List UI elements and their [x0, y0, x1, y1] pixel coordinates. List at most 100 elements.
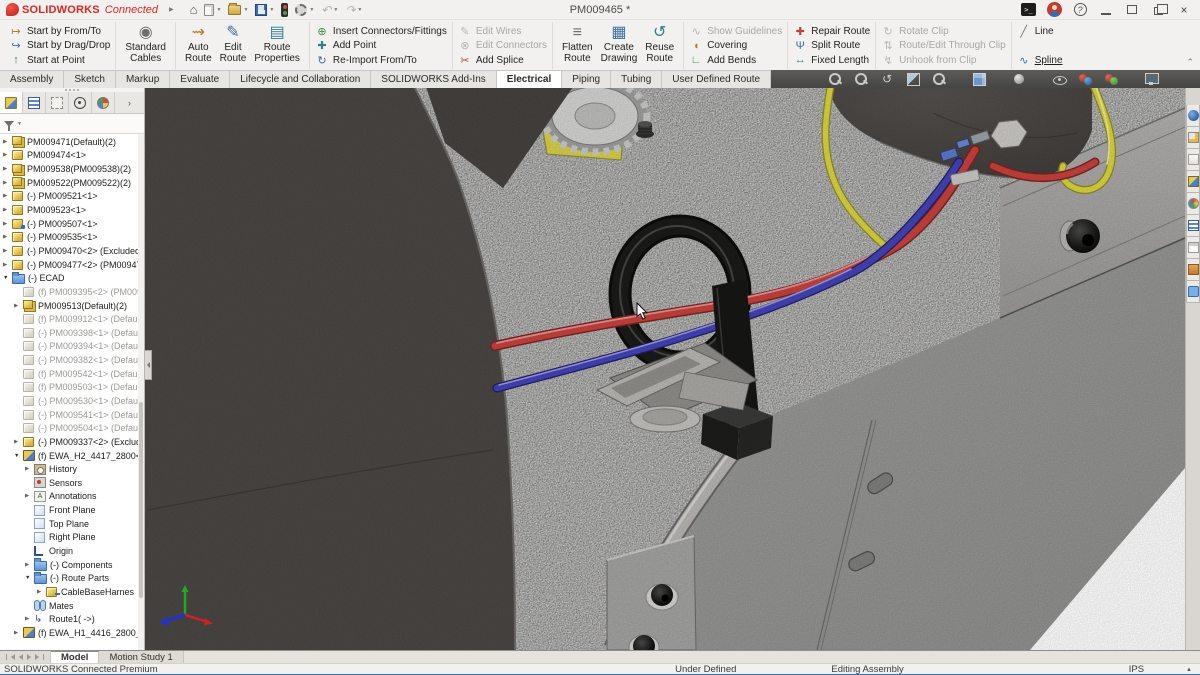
spline-button[interactable]: ∿Spline: [1017, 53, 1063, 67]
command-tab[interactable]: User Defined Route: [662, 70, 771, 88]
covering-button[interactable]: ◖Covering: [689, 39, 782, 53]
tree-item[interactable]: (-) Route Parts: [0, 572, 144, 586]
expand-arrow-icon[interactable]: [3, 275, 12, 281]
tree-item[interactable]: (f) PM009542<1> (Default): [0, 367, 144, 381]
command-tab[interactable]: SOLIDWORKS Add-Ins: [371, 70, 496, 88]
show-guidelines-button[interactable]: ∿Show Guidelines: [689, 24, 782, 38]
tree-item[interactable]: Annotations: [0, 490, 144, 504]
tree-item[interactable]: PM009522(PM009522)(2): [0, 176, 144, 190]
tree-item[interactable]: Front Plane: [0, 503, 144, 517]
route-properties-button[interactable]: ▤RouteProperties: [250, 22, 304, 69]
dropdown-caret-icon[interactable]: ▼: [243, 7, 248, 13]
save-button[interactable]: ▼: [255, 2, 274, 18]
expand-arrow-icon[interactable]: [14, 453, 23, 459]
expand-arrow-icon[interactable]: [25, 575, 34, 581]
tree-item[interactable]: (-) PM009477<2> (PM009477): [0, 258, 144, 272]
open-button[interactable]: ▼: [228, 2, 248, 18]
start-at-point-button[interactable]: ↑Start at Point: [9, 53, 110, 67]
tree-item[interactable]: (f) EWA_H2_4417_2800<2>: [0, 449, 144, 463]
tree-item[interactable]: PM009523<1>: [0, 203, 144, 217]
home-button[interactable]: [190, 2, 198, 18]
magnified-selection-icon[interactable]: [931, 72, 948, 86]
add-bends-button[interactable]: ∟Add Bends: [689, 53, 782, 67]
tree-item[interactable]: (-) PM009470<2> (Excluded fr: [0, 244, 144, 258]
task-pane-tab[interactable]: [1186, 281, 1200, 303]
expand-arrow-icon[interactable]: [3, 221, 12, 227]
expand-arrow-icon[interactable]: [3, 248, 12, 254]
dropdown-caret-icon[interactable]: ▼: [269, 7, 274, 13]
expand-arrow-icon[interactable]: [14, 630, 23, 636]
task-pane-tab[interactable]: [1186, 193, 1200, 215]
first-tab-icon[interactable]: [11, 654, 15, 660]
tree-item[interactable]: (f) PM009912<1> (Default): [0, 312, 144, 326]
manager-tab[interactable]: [23, 92, 46, 113]
help-button[interactable]: ?: [1072, 3, 1088, 17]
tree-item[interactable]: (-) PM009530<1> (Default): [0, 394, 144, 408]
tree-item[interactable]: PM009474<1>: [0, 149, 144, 163]
tree-item[interactable]: Route1( ->): [0, 612, 144, 626]
edit-wires-button[interactable]: ✎Edit Wires: [458, 24, 547, 38]
line-button[interactable]: ╱Line: [1017, 24, 1063, 38]
view-orientation-icon[interactable]: [971, 72, 988, 86]
expand-arrow-icon[interactable]: [3, 139, 12, 145]
zoom-to-area-icon[interactable]: [853, 72, 870, 86]
section-view-icon[interactable]: [905, 72, 922, 86]
collapse-ribbon-icon[interactable]: ⌃: [1186, 57, 1194, 68]
tree-item[interactable]: History: [0, 462, 144, 476]
expand-arrow-icon[interactable]: [3, 152, 12, 158]
task-pane-tab[interactable]: [1186, 105, 1200, 127]
command-tab[interactable]: Sketch: [64, 70, 116, 88]
task-pane-tab[interactable]: [1186, 259, 1200, 281]
expand-arrow-icon[interactable]: [3, 193, 12, 199]
apply-scene-icon[interactable]: [1103, 72, 1120, 86]
task-pane-tab[interactable]: [1186, 215, 1200, 237]
tree-item[interactable]: (-) PM009394<1> (Default): [0, 340, 144, 354]
command-tab[interactable]: Assembly: [0, 70, 64, 88]
close-button[interactable]: ×: [1176, 3, 1192, 17]
expand-arrow-icon[interactable]: [3, 166, 12, 172]
display-style-icon[interactable]: [1011, 72, 1028, 86]
new-document-button[interactable]: ▼: [204, 2, 221, 18]
tree-item[interactable]: PM009513(Default)(2): [0, 299, 144, 313]
add-splice-button[interactable]: ✂Add Splice: [458, 53, 547, 67]
undo-button[interactable]: ▼: [321, 2, 338, 18]
tree-item[interactable]: PM009538(PM009538)(2): [0, 162, 144, 176]
reimport-fromto-button[interactable]: ↻Re-Import From/To: [315, 53, 447, 67]
tree-item[interactable]: (f) EWA_H1_4416_2800_1<: [0, 626, 144, 640]
tree-item[interactable]: (f) PM009395<2> (PM0093: [0, 285, 144, 299]
tree-scrollbar-thumb[interactable]: [139, 402, 143, 598]
expand-arrow-icon[interactable]: [25, 493, 34, 499]
command-console-button[interactable]: >_: [1021, 3, 1036, 16]
options-button[interactable]: ▼: [295, 2, 314, 18]
tree-item[interactable]: (-) PM009398<1> (Default): [0, 326, 144, 340]
prev-tab-icon[interactable]: [19, 654, 23, 660]
tree-item[interactable]: (f) PM009503<1> (Default): [0, 381, 144, 395]
tree-item[interactable]: (-) PM009521<1>: [0, 190, 144, 204]
task-pane-tab[interactable]: [1186, 149, 1200, 171]
edit-connectors-button[interactable]: ⊗Edit Connectors: [458, 39, 547, 53]
flatten-route-button[interactable]: ≡FlattenRoute: [558, 22, 597, 69]
tree-item[interactable]: (-) PM009504<1> (Default: [0, 421, 144, 435]
tree-item[interactable]: (-) PM009535<1>: [0, 230, 144, 244]
tree-item[interactable]: (-) PM009541<1> (Default: [0, 408, 144, 422]
expand-arrow-icon[interactable]: [37, 589, 46, 595]
manager-tabs-expand-icon[interactable]: ›: [115, 92, 144, 113]
view-settings-icon[interactable]: [1143, 72, 1160, 86]
fixed-length-button[interactable]: ↔Fixed Length: [793, 53, 870, 67]
lifecycle-status-button[interactable]: [281, 2, 288, 18]
insert-connectors-button[interactable]: ⊕Insert Connectors/Fittings: [315, 24, 447, 38]
filter-funnel-icon[interactable]: [4, 121, 14, 127]
command-tab[interactable]: Lifecycle and Collaboration: [230, 70, 371, 88]
expand-arrow-icon[interactable]: [25, 616, 34, 622]
command-tab[interactable]: Markup: [116, 70, 170, 88]
tree-item[interactable]: Mates: [0, 599, 144, 613]
split-route-button[interactable]: ΨSplit Route: [793, 39, 870, 53]
reuse-route-button[interactable]: ↺ReuseRoute: [641, 22, 678, 69]
expand-arrow-icon[interactable]: [3, 262, 12, 268]
model-tab[interactable]: Motion Study 1: [99, 651, 183, 663]
unhook-from-clip-button[interactable]: ↯Unhook from Clip: [881, 53, 1006, 67]
task-pane-tab[interactable]: [1186, 171, 1200, 193]
model-tab[interactable]: Model: [51, 651, 99, 663]
tree-item[interactable]: CableBaseHarnes: [0, 585, 144, 599]
previous-view-icon[interactable]: [879, 72, 896, 86]
